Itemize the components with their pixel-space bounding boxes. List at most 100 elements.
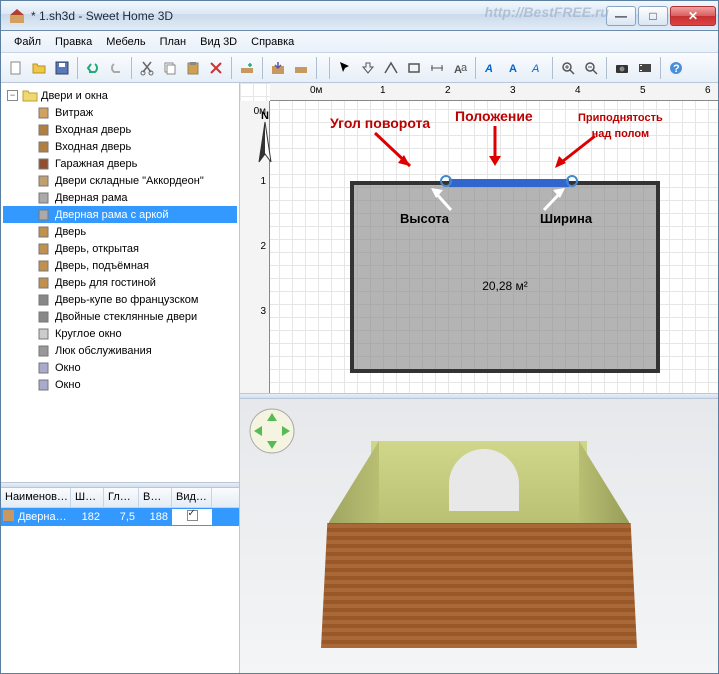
create-walls-button[interactable]	[380, 57, 402, 79]
plan-view[interactable]: 0м123456 0м123 N Угол поворота Положение…	[240, 83, 718, 393]
video-button[interactable]	[634, 57, 656, 79]
titlebar: * 1.sh3d - Sweet Home 3D http://BestFREE…	[1, 1, 718, 31]
zoom-in-button[interactable]	[557, 57, 579, 79]
watermark: http://BestFREE.ru	[485, 4, 609, 20]
furniture-icon	[36, 242, 52, 255]
create-dimension-button[interactable]	[426, 57, 448, 79]
furniture-icon	[36, 293, 52, 306]
new-button[interactable]	[5, 57, 27, 79]
label-width: Ширина	[540, 211, 592, 226]
furniture-icon	[36, 361, 52, 374]
svg-text:?: ?	[673, 63, 680, 75]
furniture-icon	[36, 174, 52, 187]
menu-file[interactable]: Файл	[7, 34, 48, 50]
col-name[interactable]: Наименов…	[1, 488, 71, 507]
furniture-icon	[36, 344, 52, 357]
ruler-horizontal: 0м123456	[270, 83, 718, 101]
tree-item[interactable]: Дверь, открытая	[3, 240, 237, 257]
zoom-out-button[interactable]	[580, 57, 602, 79]
tree-item[interactable]: Люк обслуживания	[3, 342, 237, 359]
room-shape[interactable]: 20,28 м²	[350, 181, 660, 373]
paste-button[interactable]	[182, 57, 204, 79]
menu-3dview[interactable]: Вид 3D	[193, 34, 244, 50]
col-depth[interactable]: Гл…	[104, 488, 139, 507]
col-height[interactable]: В…	[139, 488, 172, 507]
room-area-text: 20,28 м²	[482, 279, 528, 293]
create-room-button[interactable]	[403, 57, 425, 79]
svg-text:A: A	[509, 63, 517, 75]
tree-root-doors-windows[interactable]: − Двери и окна	[3, 87, 237, 104]
svg-text:A: A	[484, 63, 493, 75]
menu-edit[interactable]: Правка	[48, 34, 99, 50]
furniture-icon	[36, 259, 52, 272]
toolbar: Aa A A A ?	[1, 53, 718, 83]
furniture-icon	[36, 140, 52, 153]
furniture-icon	[36, 276, 52, 289]
redo-button[interactable]	[105, 57, 127, 79]
tree-item[interactable]: Дверь-купе во французском	[3, 291, 237, 308]
copy-button[interactable]	[159, 57, 181, 79]
furniture-icon	[36, 310, 52, 323]
collapse-icon[interactable]: −	[7, 90, 18, 101]
open-button[interactable]	[28, 57, 50, 79]
import-button[interactable]	[267, 57, 289, 79]
tree-item[interactable]: Дверная рама	[3, 189, 237, 206]
label-height: Высота	[400, 211, 449, 226]
furniture-table: Наименов… Ш… Гл… В… Вид… Дверна… 182 7,5…	[1, 488, 239, 673]
arrow-icon	[370, 128, 420, 173]
tree-item[interactable]: Круглое окно	[3, 325, 237, 342]
bold-button[interactable]: A	[503, 57, 525, 79]
menubar: Файл Правка Мебель План Вид 3D Справка	[1, 31, 718, 53]
furniture-icon	[36, 225, 52, 238]
arch-opening	[449, 449, 519, 511]
minimize-button[interactable]: —	[606, 6, 636, 26]
help-button[interactable]: ?	[665, 57, 687, 79]
tree-item[interactable]: Двойные стеклянные двери	[3, 308, 237, 325]
3d-nav-control[interactable]	[248, 407, 296, 455]
italic-button[interactable]: A	[526, 57, 548, 79]
tree-item[interactable]: Дверь	[3, 223, 237, 240]
furniture-icon	[36, 378, 52, 391]
delete-button[interactable]	[205, 57, 227, 79]
create-label-button[interactable]: Aa	[449, 57, 471, 79]
tree-item[interactable]: Входная дверь	[3, 138, 237, 155]
folder-icon	[22, 89, 38, 102]
close-button[interactable]: ✕	[670, 6, 716, 26]
pan-button[interactable]	[357, 57, 379, 79]
tree-item[interactable]: Окно	[3, 359, 237, 376]
3d-view[interactable]	[240, 399, 718, 673]
furniture-tree[interactable]: − Двери и окна ВитражВходная дверьВходна…	[1, 83, 239, 482]
tree-item[interactable]: Окно	[3, 376, 237, 393]
svg-text:A: A	[531, 63, 539, 75]
add-furniture-button[interactable]	[236, 57, 258, 79]
select-button[interactable]	[334, 57, 356, 79]
col-width[interactable]: Ш…	[71, 488, 104, 507]
tree-item[interactable]: Двери складные "Аккордеон"	[3, 172, 237, 189]
furniture-icon	[36, 157, 52, 170]
furniture-table-header: Наименов… Ш… Гл… В… Вид…	[1, 488, 239, 508]
tree-item[interactable]: Дверь для гостиной	[3, 274, 237, 291]
cut-button[interactable]	[136, 57, 158, 79]
furniture-row[interactable]: Дверна… 182 7,5 188	[1, 508, 239, 526]
tree-item[interactable]: Гаражная дверь	[3, 155, 237, 172]
tree-item[interactable]: Входная дверь	[3, 121, 237, 138]
menu-plan[interactable]: План	[153, 34, 194, 50]
furniture-icon	[36, 191, 52, 204]
room-3d-model	[329, 441, 629, 651]
menu-help[interactable]: Справка	[244, 34, 301, 50]
maximize-button[interactable]: □	[638, 6, 668, 26]
tree-item[interactable]: Дверная рама с аркой	[3, 206, 237, 223]
undo-button[interactable]	[82, 57, 104, 79]
arrow-white-icon	[540, 185, 570, 213]
col-visible[interactable]: Вид…	[172, 488, 212, 507]
photo-button[interactable]	[611, 57, 633, 79]
furniture-icon	[36, 208, 52, 221]
text-style-button[interactable]: A	[480, 57, 502, 79]
arrow-icon	[550, 133, 600, 173]
tree-item[interactable]: Дверь, подъёмная	[3, 257, 237, 274]
menu-furniture[interactable]: Мебель	[99, 34, 152, 50]
visible-checkbox[interactable]	[187, 510, 198, 521]
tree-item[interactable]: Витраж	[3, 104, 237, 121]
save-button[interactable]	[51, 57, 73, 79]
import-group-button[interactable]	[290, 57, 312, 79]
